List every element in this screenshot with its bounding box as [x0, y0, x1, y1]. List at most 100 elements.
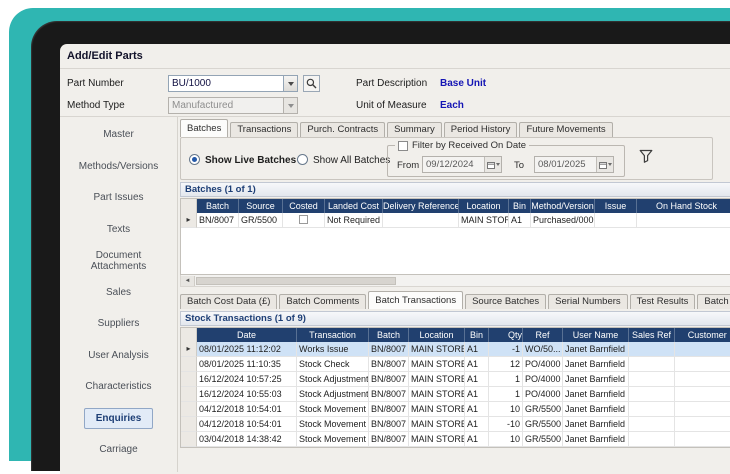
column-header-bin[interactable]: Bin — [509, 199, 531, 213]
row-selector-cell[interactable] — [181, 357, 197, 372]
tab-batch-comments[interactable]: Batch Comments — [279, 294, 366, 309]
tab-batch-cost-data[interactable]: Batch Cost Data (£) — [180, 294, 277, 309]
column-header-bin[interactable]: Bin — [465, 328, 489, 342]
row-selector-cell[interactable] — [181, 372, 197, 387]
sidebar-item-enquiries[interactable]: Enquiries — [60, 403, 177, 435]
sidebar-item-suppliers[interactable]: Suppliers — [60, 308, 177, 340]
date-filter-legend: Filter by Received On Date — [395, 140, 529, 151]
table-cell: BN/8007 — [197, 213, 239, 228]
scrollbar-thumb[interactable] — [196, 277, 396, 285]
column-header-sales-ref[interactable]: Sales Ref — [629, 328, 675, 342]
table-row[interactable]: 16/12/2024 10:57:25Stock AdjustmentBN/80… — [181, 372, 730, 387]
from-date-value[interactable]: 09/12/2024 — [423, 157, 484, 172]
table-cell: 04/12/2018 10:54:01 — [197, 417, 297, 432]
table-row[interactable]: 04/12/2018 10:54:01Stock MovementBN/8007… — [181, 402, 730, 417]
to-date-picker-button[interactable] — [596, 157, 613, 172]
column-header-location[interactable]: Location — [409, 328, 465, 342]
tab-test-results[interactable]: Test Results — [630, 294, 696, 309]
from-date-input[interactable]: 09/12/2024 — [422, 156, 502, 173]
part-number-value[interactable]: BU/1000 — [169, 76, 283, 91]
column-header-costed[interactable]: Costed — [283, 199, 325, 213]
table-cell — [629, 387, 675, 402]
row-selector-cell[interactable] — [181, 387, 197, 402]
column-header-on-hand-stock[interactable]: On Hand Stock — [637, 199, 730, 213]
row-selector-header — [181, 328, 197, 342]
sidebar-item-master[interactable]: Master — [60, 119, 177, 151]
main-panel: BatchesTransactionsPurch. ContractsSumma… — [178, 117, 730, 472]
unit-of-measure-value: Each — [440, 100, 464, 111]
row-selector-cell[interactable]: ▸ — [181, 213, 197, 228]
sidebar-item-label: Suppliers — [98, 318, 140, 329]
table-row[interactable]: ▸08/01/2025 11:12:02Works IssueBN/8007MA… — [181, 342, 730, 357]
column-header-ref[interactable]: Ref — [523, 328, 563, 342]
table-cell: Stock Check — [297, 357, 369, 372]
show-live-batches-radio[interactable] — [189, 154, 200, 165]
tab-batch-attachments[interactable]: Batch Attachments — [697, 294, 730, 309]
scroll-left-button[interactable]: ◄ — [181, 276, 195, 286]
column-header-date[interactable]: Date — [197, 328, 297, 342]
column-header-issue[interactable]: Issue — [595, 199, 637, 213]
column-header-method-version[interactable]: Method/Version — [531, 199, 595, 213]
filter-by-received-on-date-checkbox[interactable] — [398, 141, 408, 151]
table-row[interactable]: ▸BN/8007GR/5500Not RequiredMAIN STORESA1… — [181, 213, 730, 228]
table-cell: 08/01/2025 11:12:02 — [197, 342, 297, 357]
sidebar-item-part-issues[interactable]: Part Issues — [60, 182, 177, 214]
tab-source-batches[interactable]: Source Batches — [465, 294, 546, 309]
column-header-batch[interactable]: Batch — [197, 199, 239, 213]
column-header-location[interactable]: Location — [459, 199, 509, 213]
tab-transactions[interactable]: Transactions — [230, 122, 298, 137]
sidebar-item-texts[interactable]: Texts — [60, 214, 177, 246]
row-selector-cell[interactable] — [181, 417, 197, 432]
tab-purch-contracts[interactable]: Purch. Contracts — [300, 122, 385, 137]
tab-summary[interactable]: Summary — [387, 122, 442, 137]
column-header-source[interactable]: Source — [239, 199, 283, 213]
sidebar-item-user-analysis[interactable]: User Analysis — [60, 340, 177, 372]
tab-serial-numbers[interactable]: Serial Numbers — [548, 294, 627, 309]
tab-period-history[interactable]: Period History — [444, 122, 518, 137]
show-all-batches-radio[interactable] — [297, 154, 308, 165]
row-selector-header — [181, 199, 197, 213]
row-selector-cell[interactable] — [181, 402, 197, 417]
column-header-transaction[interactable]: Transaction — [297, 328, 369, 342]
part-search-button[interactable] — [303, 75, 320, 92]
sidebar-item-characteristics[interactable]: Characteristics — [60, 371, 177, 403]
part-number-dropdown-button[interactable] — [283, 76, 297, 91]
row-selector-cell[interactable]: ▸ — [181, 342, 197, 357]
row-selector-cell[interactable] — [181, 432, 197, 447]
to-date-input[interactable]: 08/01/2025 — [534, 156, 614, 173]
filter-funnel-icon[interactable] — [639, 149, 653, 164]
column-header-batch[interactable]: Batch — [369, 328, 409, 342]
table-cell — [629, 357, 675, 372]
show-live-batches-label[interactable]: Show Live Batches — [205, 155, 296, 166]
table-cell: PO/4000 — [523, 387, 563, 402]
sidebar-item-methods-versions[interactable]: Methods/Versions — [60, 151, 177, 183]
tab-batch-transactions[interactable]: Batch Transactions — [368, 291, 463, 309]
column-header-delivery-reference[interactable]: Delivery Reference — [383, 199, 459, 213]
show-all-batches-label[interactable]: Show All Batches — [313, 155, 390, 166]
table-cell: A1 — [465, 402, 489, 417]
table-row[interactable]: 04/12/2018 10:54:01Stock MovementBN/8007… — [181, 417, 730, 432]
sidebar-item-sales[interactable]: Sales — [60, 277, 177, 309]
batches-horizontal-scrollbar[interactable]: ◄ — [180, 275, 730, 287]
tab-batches[interactable]: Batches — [180, 119, 228, 137]
batch-filter-panel: Show Live Batches Show All Batches Filte… — [180, 137, 713, 180]
costed-checkbox[interactable] — [299, 215, 308, 224]
table-row[interactable]: 08/01/2025 11:10:35Stock CheckBN/8007MAI… — [181, 357, 730, 372]
column-header-user-name[interactable]: User Name — [563, 328, 629, 342]
column-header-landed-cost[interactable]: Landed Cost — [325, 199, 383, 213]
filter-by-received-on-date-label[interactable]: Filter by Received On Date — [412, 140, 526, 151]
table-cell: MAIN STORES — [459, 213, 509, 228]
table-cell: BN/8007 — [369, 402, 409, 417]
to-date-value[interactable]: 08/01/2025 — [535, 157, 596, 172]
part-number-combo[interactable]: BU/1000 — [168, 75, 298, 92]
column-header-customer-name[interactable]: Customer Name — [675, 328, 730, 342]
column-header-qty[interactable]: Qty — [489, 328, 523, 342]
table-row[interactable]: 03/04/2018 14:38:42Stock MovementBN/8007… — [181, 432, 730, 447]
table-cell: Janet Barnfield — [563, 402, 629, 417]
table-cell: 16/12/2024 10:57:25 — [197, 372, 297, 387]
tab-future-movements[interactable]: Future Movements — [519, 122, 612, 137]
sidebar-item-document-attachments[interactable]: Document Attachments — [60, 245, 177, 277]
from-date-picker-button[interactable] — [484, 157, 501, 172]
table-row[interactable]: 16/12/2024 10:55:03Stock AdjustmentBN/80… — [181, 387, 730, 402]
sidebar-item-label: Characteristics — [85, 381, 151, 392]
